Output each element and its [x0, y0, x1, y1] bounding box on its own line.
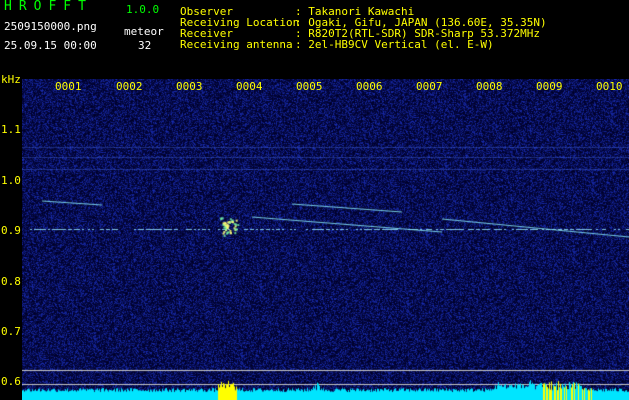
minute-label: 0010	[596, 80, 623, 93]
minute-label: 0006	[356, 80, 383, 93]
spectrogram-canvas[interactable]	[22, 79, 629, 400]
axis-unit-label: kHz	[1, 73, 21, 86]
meteor-count: 32	[138, 39, 152, 52]
minute-label: 0002	[116, 80, 143, 93]
app-version: 1.0.0	[126, 3, 160, 16]
minute-label: 0001	[55, 80, 82, 93]
file-name: 2509150000.png	[4, 20, 97, 33]
frequency-label: 1.0	[1, 174, 21, 187]
minute-label: 0005	[296, 80, 323, 93]
minute-label: 0004	[236, 80, 263, 93]
date-time: 25.09.15 00:00	[4, 39, 97, 52]
minute-label: 0003	[176, 80, 203, 93]
minute-label: 0009	[536, 80, 563, 93]
antenna-value: : 2el-HB9CV Vertical (el. E-W)	[295, 38, 494, 51]
hrofft-window: HROFFT 1.0.0 2509150000.png 25.09.15 00:…	[0, 0, 629, 400]
minute-label: 0008	[476, 80, 503, 93]
frequency-label: 0.7	[1, 325, 21, 338]
frequency-label: 0.8	[1, 275, 21, 288]
antenna-label: Receiving antenna	[180, 38, 293, 51]
minute-label: 0007	[416, 80, 443, 93]
frequency-label: 0.6	[1, 375, 21, 388]
app-title: HROFFT	[4, 0, 93, 14]
frequency-label: 0.9	[1, 224, 21, 237]
meteor-label: meteor	[124, 25, 164, 38]
frequency-label: 1.1	[1, 123, 21, 136]
